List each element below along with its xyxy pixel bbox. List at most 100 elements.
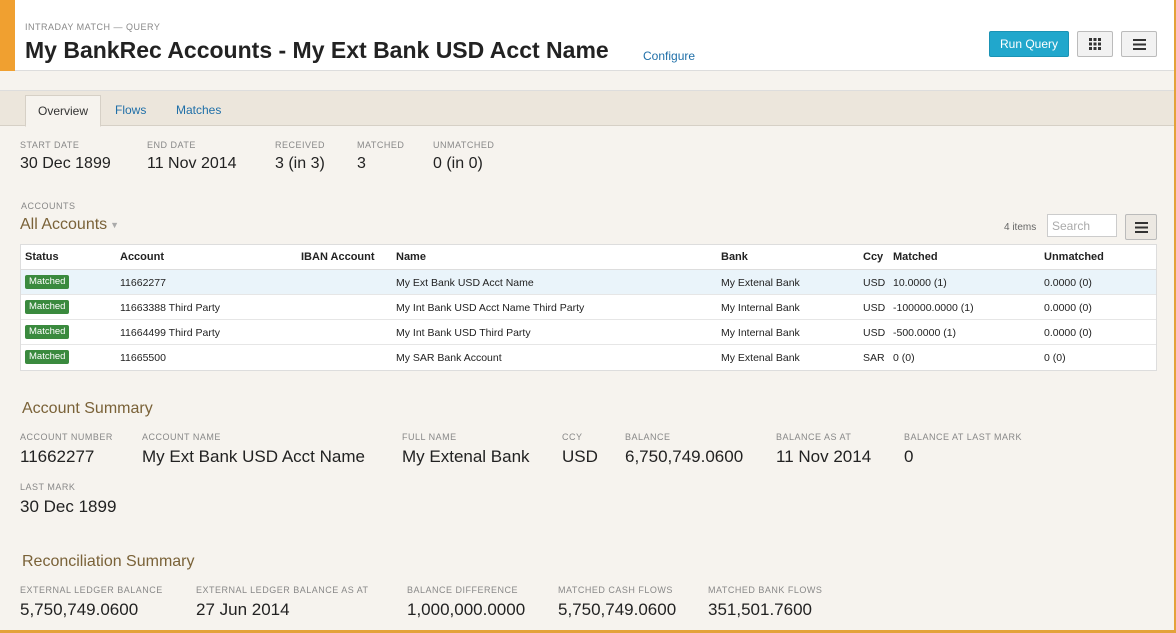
column-header-name[interactable]: Name	[396, 251, 426, 263]
last-mark-label: LAST MARK	[20, 482, 76, 492]
balance-difference-value: 1,000,000.0000	[407, 600, 526, 619]
end-date-label: END DATE	[147, 140, 196, 150]
cell-account: 11662277	[120, 277, 166, 289]
full-name-value: My Extenal Bank	[402, 447, 530, 466]
cell-unmatched: 0.0000 (0)	[1044, 327, 1092, 339]
page-title: My BankRec Accounts - My Ext Bank USD Ac…	[25, 37, 609, 63]
matched-label: MATCHED	[357, 140, 405, 150]
end-date-value: 11 Nov 2014	[147, 155, 237, 172]
balance-at-last-mark-value: 0	[904, 447, 914, 466]
tab-flows[interactable]: Flows	[103, 95, 158, 127]
accounts-dropdown[interactable]: All Accounts ▼	[20, 216, 119, 234]
page-kicker: INTRADAY MATCH — QUERY	[25, 22, 161, 32]
column-header-status[interactable]: Status	[25, 251, 59, 263]
account-number-label: ACCOUNT NUMBER	[20, 432, 113, 442]
page-header: INTRADAY MATCH — QUERY My BankRec Accoun…	[0, 0, 1174, 71]
ccy-label: CCY	[562, 432, 583, 442]
cell-ccy: SAR	[863, 352, 885, 364]
matched-bank-flows-value: 351,501.7600	[708, 600, 812, 619]
status-badge: Matched	[25, 350, 70, 364]
unmatched-value: 0 (in 0)	[433, 155, 483, 172]
table-menu-button[interactable]	[1125, 214, 1157, 240]
accounts-dropdown-value: All Accounts	[20, 216, 108, 233]
run-query-button[interactable]: Run Query	[989, 31, 1069, 57]
balance-as-at-label: BALANCE AS AT	[776, 432, 852, 442]
start-date-label: START DATE	[20, 140, 80, 150]
column-header-account[interactable]: Account	[120, 251, 164, 263]
grid-view-button[interactable]	[1077, 31, 1113, 57]
cell-matched: 0 (0)	[893, 352, 915, 364]
matched-bank-flows-label: MATCHED BANK FLOWS	[708, 585, 823, 595]
cell-bank: My Internal Bank	[721, 327, 800, 339]
received-label: RECEIVED	[275, 140, 326, 150]
menu-button[interactable]	[1121, 31, 1157, 57]
status-badge: Matched	[25, 325, 70, 339]
reconciliation-summary-title: Reconciliation Summary	[22, 553, 195, 570]
cell-ccy: USD	[863, 302, 886, 314]
cell-bank: My Internal Bank	[721, 302, 800, 314]
cell-account: 11664499 Third Party	[120, 327, 221, 339]
matched-cash-flows-value: 5,750,749.0600	[558, 600, 677, 619]
cell-name: My Int Bank USD Third Party	[396, 327, 531, 339]
table-row[interactable]: Matched 11662277 My Ext Bank USD Acct Na…	[21, 270, 1156, 295]
column-header-ccy[interactable]: Ccy	[863, 251, 883, 263]
column-header-unmatched[interactable]: Unmatched	[1044, 251, 1104, 263]
cell-ccy: USD	[863, 277, 886, 289]
cell-unmatched: 0 (0)	[1044, 352, 1066, 364]
balance-difference-label: BALANCE DIFFERENCE	[407, 585, 519, 595]
column-header-iban[interactable]: IBAN Account	[301, 251, 375, 263]
search-input[interactable]	[1047, 214, 1117, 237]
column-header-bank[interactable]: Bank	[721, 251, 748, 263]
balance-value: 6,750,749.0600	[625, 447, 744, 466]
accounts-table: Status Account IBAN Account Name Bank Cc…	[20, 244, 1157, 371]
ccy-value: USD	[562, 447, 598, 466]
account-number-value: 11662277	[20, 447, 95, 466]
last-mark-value: 30 Dec 1899	[20, 497, 117, 516]
column-header-matched[interactable]: Matched	[893, 251, 938, 263]
full-name-label: FULL NAME	[402, 432, 457, 442]
accounts-label: ACCOUNTS	[21, 201, 76, 211]
tab-matches[interactable]: Matches	[164, 95, 233, 127]
caret-down-icon: ▼	[110, 219, 120, 230]
table-header-row: Status Account IBAN Account Name Bank Cc…	[21, 245, 1156, 270]
cell-unmatched: 0.0000 (0)	[1044, 302, 1092, 314]
account-name-label: ACCOUNT NAME	[142, 432, 221, 442]
cell-account: 11663388 Third Party	[120, 302, 221, 314]
grid-icon	[1089, 38, 1101, 50]
table-row[interactable]: Matched 11665500 My SAR Bank Account My …	[21, 345, 1156, 370]
balance-as-at-value: 11 Nov 2014	[776, 447, 872, 466]
accent-bar	[0, 0, 15, 71]
matched-value: 3	[357, 155, 366, 172]
external-ledger-balance-value: 5,750,749.0600	[20, 600, 139, 619]
cell-bank: My Extenal Bank	[721, 277, 800, 289]
tab-overview[interactable]: Overview	[25, 95, 102, 127]
hamburger-icon	[1132, 38, 1146, 50]
cell-account: 11665500	[120, 352, 166, 364]
cell-ccy: USD	[863, 327, 886, 339]
account-summary-title: Account Summary	[22, 400, 153, 417]
cell-name: My Ext Bank USD Acct Name	[396, 277, 534, 289]
items-count: 4 items	[1004, 222, 1037, 233]
cell-bank: My Extenal Bank	[721, 352, 800, 364]
external-ledger-balance-as-at-label: EXTERNAL LEDGER BALANCE AS AT	[196, 585, 369, 595]
external-ledger-balance-label: EXTERNAL LEDGER BALANCE	[20, 585, 163, 595]
hamburger-icon	[1134, 221, 1148, 233]
tabs-bar: Overview Flows Matches	[0, 90, 1174, 127]
received-value: 3 (in 3)	[275, 155, 325, 172]
unmatched-label: UNMATCHED	[433, 140, 495, 150]
balance-label: BALANCE	[625, 432, 671, 442]
cell-name: My SAR Bank Account	[396, 352, 502, 364]
external-ledger-balance-as-at-value: 27 Jun 2014	[196, 600, 290, 619]
cell-matched: -100000.0000 (1)	[893, 302, 974, 314]
cell-name: My Int Bank USD Acct Name Third Party	[396, 302, 585, 314]
table-row[interactable]: Matched 11663388 Third Party My Int Bank…	[21, 295, 1156, 320]
table-row[interactable]: Matched 11664499 Third Party My Int Bank…	[21, 320, 1156, 345]
start-date-value: 30 Dec 1899	[20, 155, 111, 172]
account-name-value: My Ext Bank USD Acct Name	[142, 447, 365, 466]
status-badge: Matched	[25, 300, 70, 314]
balance-at-last-mark-label: BALANCE AT LAST MARK	[904, 432, 1023, 442]
matched-cash-flows-label: MATCHED CASH FLOWS	[558, 585, 673, 595]
status-badge: Matched	[25, 275, 70, 289]
cell-matched: 10.0000 (1)	[893, 277, 947, 289]
configure-link[interactable]: Configure	[643, 49, 695, 63]
